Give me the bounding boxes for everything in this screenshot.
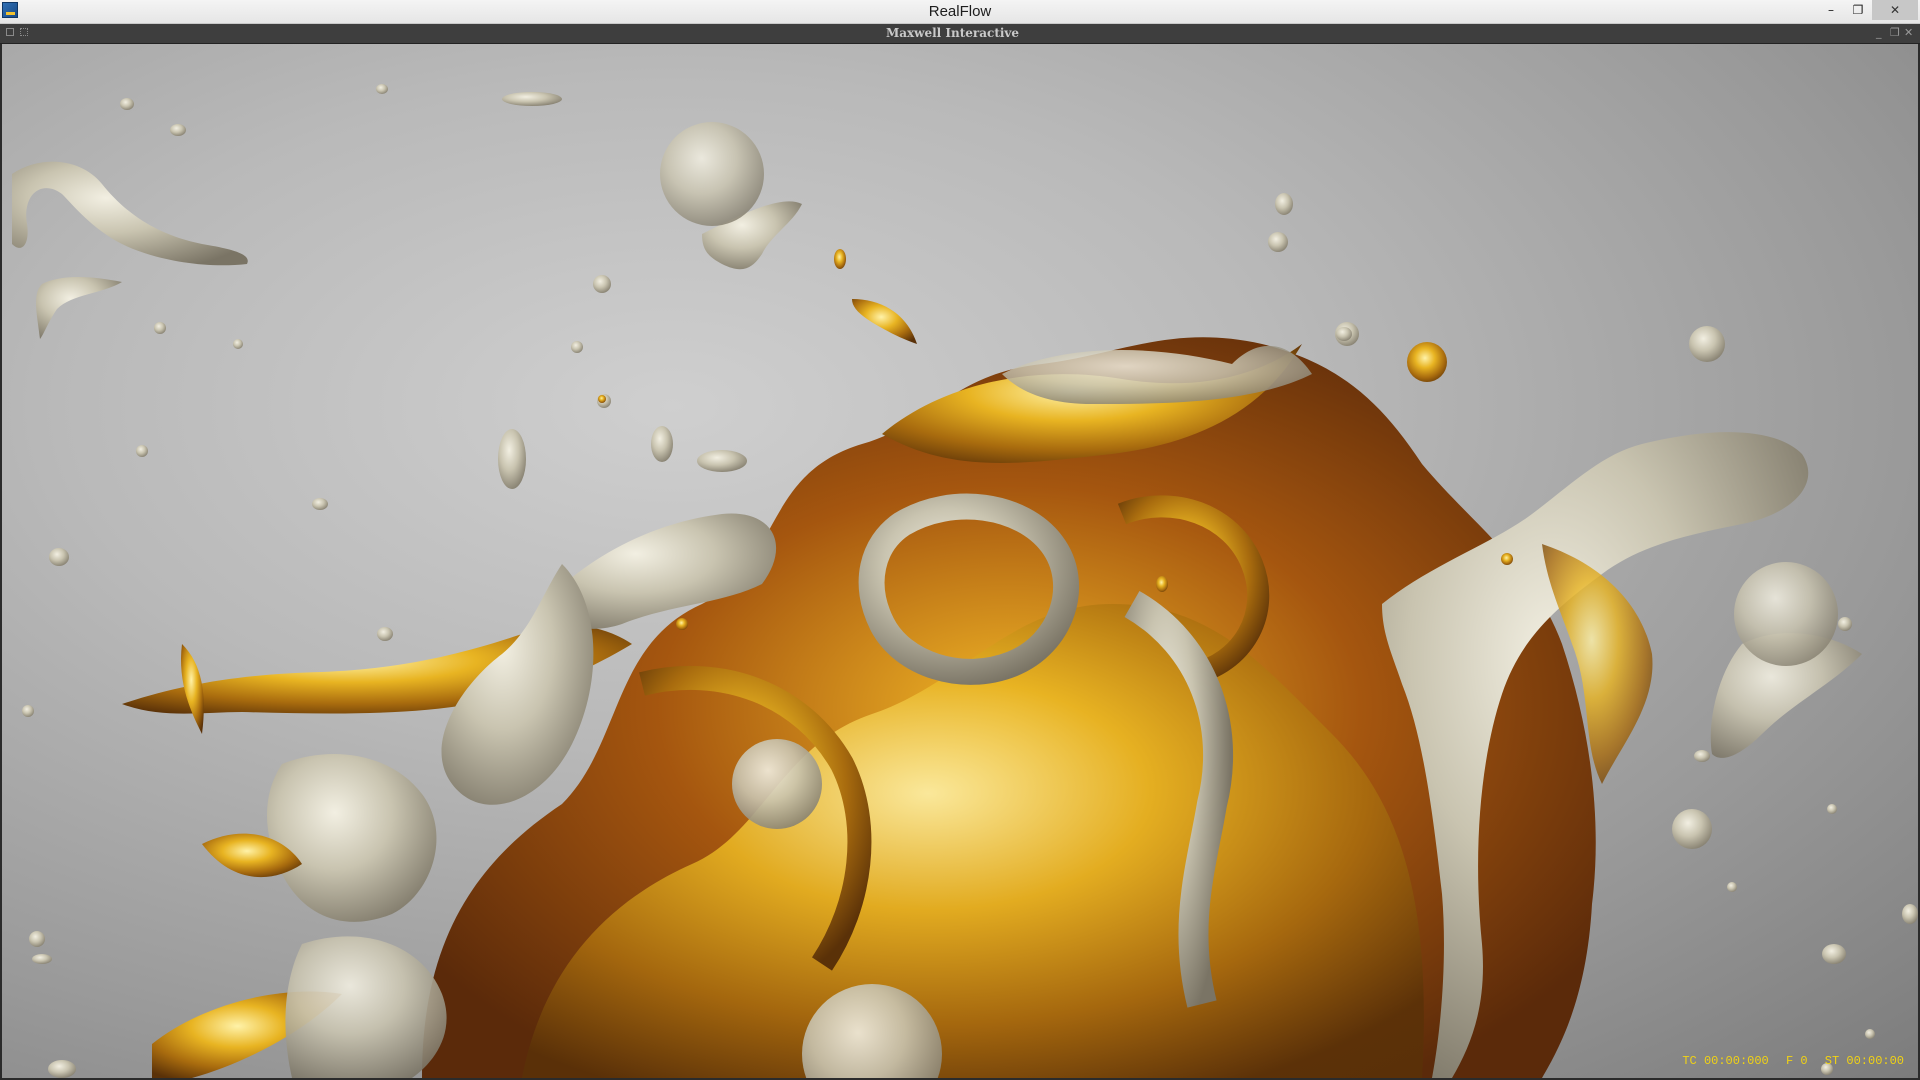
realflow-window: RealFlow – ❐ ✕ Maxwell Interactive _ ❐ ✕ bbox=[0, 0, 1920, 1080]
title-bar[interactable]: RealFlow – ❐ ✕ bbox=[0, 0, 1920, 24]
fluid-render-image bbox=[12, 84, 1918, 1078]
minimize-button[interactable]: – bbox=[1818, 0, 1844, 20]
frame-label: F 0 bbox=[1785, 1054, 1808, 1068]
restore-button[interactable]: ❐ bbox=[1845, 0, 1871, 20]
panel-header: Maxwell Interactive _ ❐ ✕ bbox=[0, 24, 1920, 44]
viewport-status-readout: TC 00:00:000 F 0 ST 00:00:00 bbox=[1672, 1054, 1904, 1068]
timecode-label: TC 00:00:000 bbox=[1682, 1054, 1769, 1068]
panel-minimize-button[interactable]: _ bbox=[1876, 25, 1882, 41]
panel-title: Maxwell Interactive bbox=[885, 26, 1020, 40]
render-viewport[interactable]: TC 00:00:000 F 0 ST 00:00:00 bbox=[2, 44, 1918, 1078]
panel-close-button[interactable]: ✕ bbox=[1904, 25, 1913, 41]
close-button[interactable]: ✕ bbox=[1872, 0, 1918, 20]
panel-float-button[interactable]: ❐ bbox=[1890, 25, 1900, 41]
sim-time-label: ST 00:00:00 bbox=[1824, 1054, 1904, 1068]
window-title: RealFlow bbox=[928, 3, 992, 20]
